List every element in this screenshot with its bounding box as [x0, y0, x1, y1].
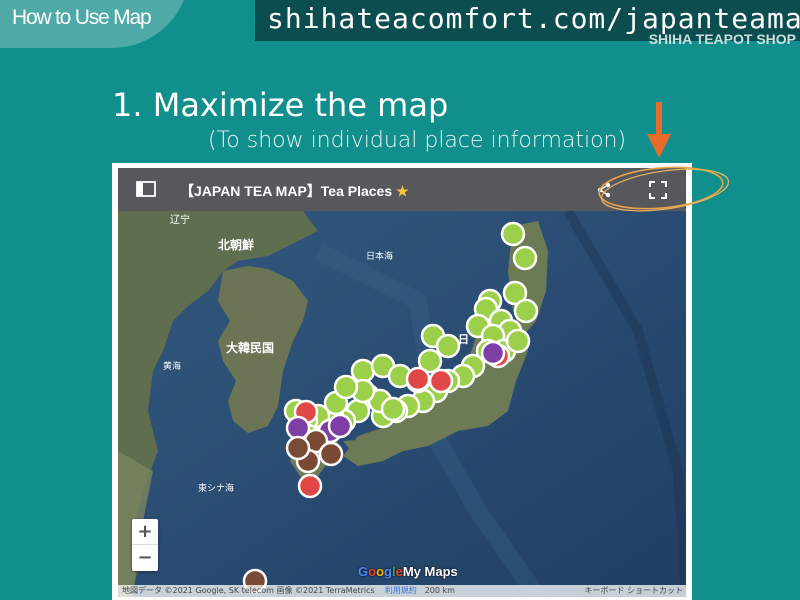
label-north-korea: 北朝鮮 — [218, 237, 254, 252]
map-title-text: 【JAPAN TEA MAP】Tea Places — [180, 183, 393, 199]
url-banner: shihateacomfort.com/japanteamap SHIHA TE… — [255, 0, 800, 47]
arrow-down-icon — [647, 102, 671, 158]
attribution-data: 地図データ ©2021 Google, SK telecom 画像 ©2021 … — [122, 586, 375, 595]
label-yellow-sea: 黄海 — [163, 360, 181, 372]
restaurant-marker[interactable] — [405, 366, 431, 392]
side-panel-icon[interactable] — [136, 181, 156, 197]
corner-tag: How to Use Map — [0, 0, 190, 48]
cafe-marker[interactable] — [318, 441, 344, 467]
tea-place-marker[interactable] — [505, 328, 531, 354]
zoom-controls: + − — [132, 519, 158, 571]
label-liaoning: 辽宁 — [170, 213, 190, 226]
step-title: 1. Maximize the map — [112, 86, 449, 124]
zoom-out-button[interactable]: − — [132, 545, 158, 571]
shop-name: SHIHA TEAPOT SHOP — [648, 31, 796, 47]
tea-place-marker[interactable] — [513, 298, 539, 324]
tea-place-marker[interactable] — [500, 221, 526, 247]
restaurant-marker[interactable] — [428, 368, 454, 394]
tea-place-marker[interactable] — [512, 245, 538, 271]
satellite-map: 辽宁 北朝鮮 大韓民国 日本海 黄海 東シナ海 日 — [118, 211, 686, 597]
keyboard-shortcuts-link[interactable]: キーボード ショートカット — [584, 585, 683, 597]
shop-marker[interactable] — [327, 413, 353, 439]
step-subtitle: (To show individual place information) — [208, 128, 627, 153]
map-attribution: 地図データ ©2021 Google, SK telecom 画像 ©2021 … — [118, 585, 686, 597]
map-embed-frame: 【JAPAN TEA MAP】Tea Places ★ 辽宁 北朝鮮 大韓民国 … — [112, 163, 692, 600]
highlight-circle — [598, 166, 730, 212]
scale-label: 200 km — [424, 586, 455, 595]
restaurant-marker[interactable] — [297, 473, 323, 499]
label-south-korea: 大韓民国 — [226, 340, 274, 355]
google-mymaps-logo: GoogleMy Maps — [358, 564, 458, 579]
tea-place-marker[interactable] — [350, 358, 376, 384]
map-title[interactable]: 【JAPAN TEA MAP】Tea Places ★ — [180, 181, 409, 201]
map-canvas[interactable]: 辽宁 北朝鮮 大韓民国 日本海 黄海 東シナ海 日 + − GoogleMy M… — [118, 211, 686, 597]
tea-place-marker[interactable] — [435, 333, 461, 359]
cafe-marker[interactable] — [285, 435, 311, 461]
tea-place-marker[interactable] — [380, 396, 406, 422]
star-icon[interactable]: ★ — [396, 183, 409, 199]
label-east-china-sea: 東シナ海 — [198, 482, 234, 494]
corner-title: How to Use Map — [12, 6, 152, 29]
label-sea-of-japan: 日本海 — [366, 250, 393, 262]
tea-place-marker[interactable] — [333, 374, 359, 400]
shop-marker[interactable] — [480, 340, 506, 366]
terms-link[interactable]: 利用規約 — [385, 586, 417, 595]
zoom-in-button[interactable]: + — [132, 519, 158, 545]
